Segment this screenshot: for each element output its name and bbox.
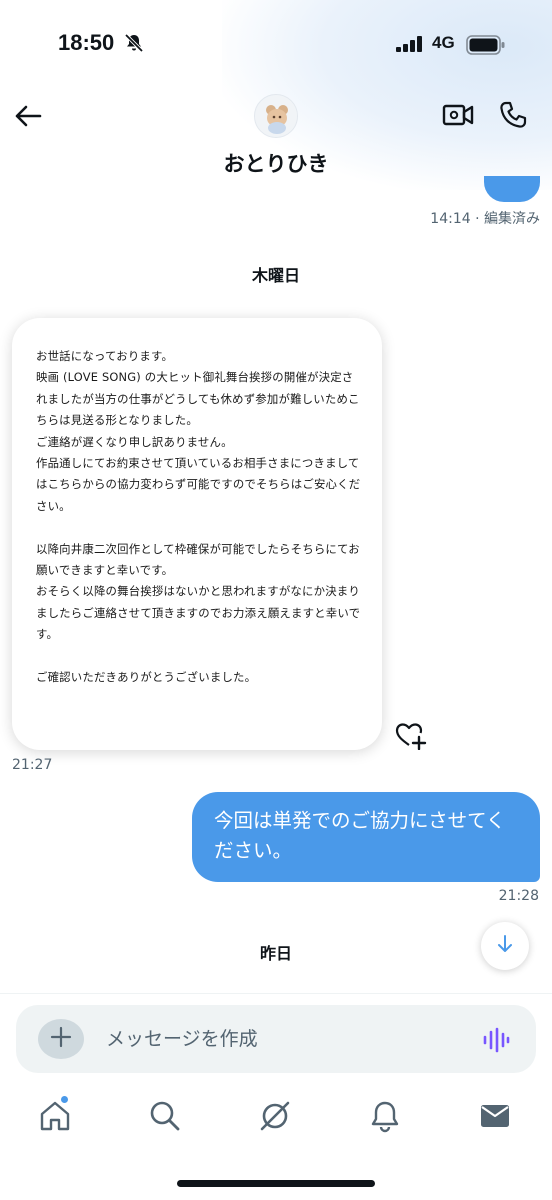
cellular-signal-icon bbox=[396, 36, 424, 56]
phone-call-icon[interactable] bbox=[498, 100, 528, 134]
search-icon[interactable] bbox=[148, 1099, 182, 1137]
status-time: 18:50 bbox=[58, 30, 115, 55]
bell-muted-icon bbox=[124, 33, 144, 57]
plus-icon bbox=[50, 1026, 72, 1052]
scroll-to-bottom-button[interactable] bbox=[481, 922, 529, 970]
contact-name[interactable]: おとりひき bbox=[0, 148, 552, 178]
messages-icon[interactable] bbox=[478, 1099, 512, 1137]
notifications-icon[interactable] bbox=[368, 1099, 402, 1137]
message-composer bbox=[16, 1005, 536, 1073]
bottom-navigation bbox=[0, 1095, 552, 1145]
message-timestamp: 21:28 bbox=[498, 888, 539, 904]
video-call-icon[interactable] bbox=[442, 100, 474, 134]
message-timestamp: 14:14 · 編集済み bbox=[430, 211, 540, 227]
outgoing-message[interactable]: 今回は単発でのご協力にさせてください。 bbox=[192, 792, 540, 882]
home-indicator bbox=[177, 1180, 375, 1187]
date-separator: 昨日 bbox=[259, 944, 292, 963]
status-bar: 18:50 4G bbox=[0, 0, 552, 88]
message-timestamp: 21:27 bbox=[12, 757, 53, 773]
image-message[interactable]: お世話になっております。 映画 (LOVE SONG) の大ヒット御礼舞台挨拶の… bbox=[12, 318, 382, 750]
message-input[interactable] bbox=[106, 1019, 466, 1059]
conversation-header: おとりひき bbox=[0, 88, 552, 188]
home-notification-dot bbox=[60, 1095, 69, 1104]
contact-avatar[interactable] bbox=[254, 94, 298, 138]
grok-icon[interactable] bbox=[258, 1099, 292, 1137]
back-arrow-icon[interactable] bbox=[14, 102, 42, 134]
network-type: 4G bbox=[432, 33, 455, 52]
add-reaction-icon[interactable] bbox=[394, 720, 428, 754]
arrow-down-icon bbox=[495, 934, 515, 958]
voice-message-icon[interactable] bbox=[482, 1027, 510, 1057]
image-message-text: お世話になっております。 映画 (LOVE SONG) の大ヒット御礼舞台挨拶の… bbox=[36, 349, 361, 685]
add-attachment-button[interactable] bbox=[38, 1019, 84, 1059]
home-icon[interactable] bbox=[38, 1099, 72, 1137]
date-separator: 木曜日 bbox=[251, 266, 300, 285]
battery-icon bbox=[466, 35, 506, 59]
